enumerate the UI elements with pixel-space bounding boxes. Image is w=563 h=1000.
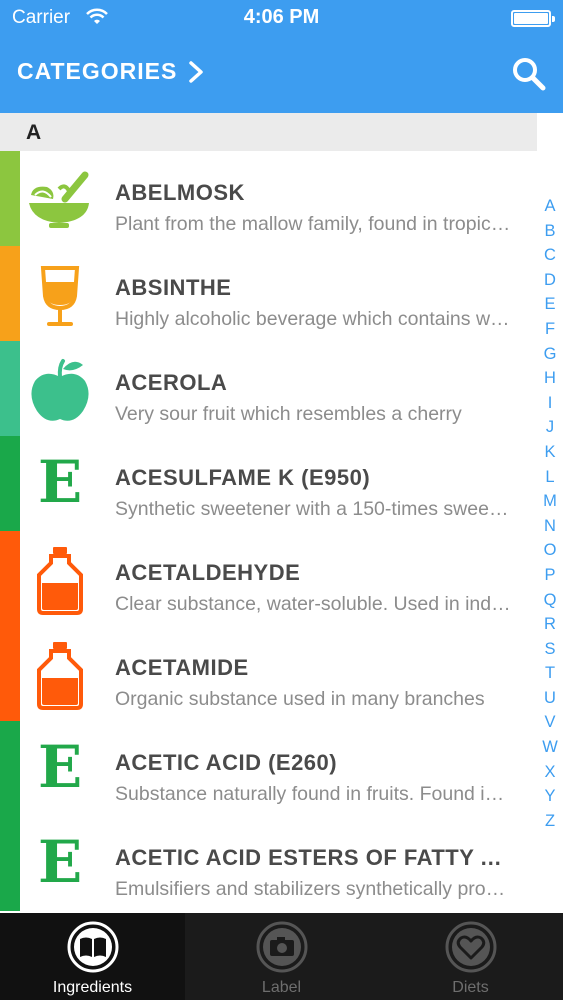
tab-ingredients[interactable]: Ingredients: [0, 913, 185, 1000]
item-subtitle: Plant from the mallow family, found in t…: [115, 213, 513, 235]
index-letter[interactable]: R: [544, 612, 556, 637]
index-letter[interactable]: D: [544, 268, 556, 293]
item-title: ACESULFAME K (E950): [115, 465, 371, 490]
section-header: A: [0, 113, 537, 151]
apple-icon: [31, 359, 89, 421]
battery-icon: [511, 10, 555, 27]
item-title: ACETAMIDE: [115, 655, 249, 680]
index-letter[interactable]: X: [544, 760, 555, 785]
index-letter[interactable]: N: [544, 514, 556, 539]
item-title: ACETALDEHYDE: [115, 560, 301, 585]
tab-label: Ingredients: [52, 979, 133, 996]
status-time: 4:06 PM: [243, 6, 320, 28]
index-letter[interactable]: H: [544, 366, 556, 391]
index-letter[interactable]: P: [544, 563, 555, 588]
index-letter[interactable]: Y: [544, 784, 555, 809]
list-item[interactable]: E ACESULFAME K (E950) Synthetic sweetene…: [0, 436, 537, 531]
book-icon: [67, 921, 118, 973]
list-item[interactable]: ACETAMIDE Organic substance used in many…: [0, 626, 537, 721]
tab-bar: Ingredients Label Diets: [0, 913, 563, 1000]
category-stripe: [0, 436, 20, 531]
mortar-pestle-icon: [29, 171, 89, 228]
item-subtitle: Organic substance used in many branches: [115, 688, 485, 710]
list-item[interactable]: ABSINTHE Highly alcoholic beverage which…: [0, 246, 537, 341]
category-stripe: [0, 151, 20, 246]
list-item[interactable]: ACEROLA Very sour fruit which resembles …: [0, 341, 537, 436]
index-letter[interactable]: F: [545, 317, 555, 342]
category-stripe: [0, 721, 20, 816]
category-stripe: [0, 246, 20, 341]
status-bar: Carrier 4:06 PM: [0, 0, 563, 38]
bottle-icon: [37, 642, 83, 710]
item-subtitle: Clear substance, water-soluble. Used in …: [115, 593, 513, 615]
index-letter[interactable]: A: [544, 194, 555, 219]
section-letter: A: [26, 121, 42, 144]
ingredient-list: ABELMOSK Plant from the mallow family, f…: [0, 151, 537, 911]
e-number-icon: E: [38, 828, 83, 896]
index-letter[interactable]: V: [544, 710, 555, 735]
camera-icon: [256, 921, 307, 973]
tab-label: Label: [261, 979, 302, 996]
list-item[interactable]: ACETALDEHYDE Clear substance, water-solu…: [0, 531, 537, 626]
index-letter[interactable]: Q: [544, 588, 557, 613]
index-letter[interactable]: W: [542, 735, 558, 760]
index-letter[interactable]: G: [544, 342, 557, 367]
chevron-right-icon: [189, 60, 204, 83]
index-letter[interactable]: E: [544, 292, 555, 317]
category-stripe: [0, 531, 20, 626]
item-subtitle: Very sour fruit which resembles a cherry: [115, 403, 462, 425]
nav-title: CATEGORIES: [17, 58, 178, 84]
heart-icon: [445, 921, 496, 973]
index-letter[interactable]: I: [548, 391, 553, 416]
categories-button[interactable]: CATEGORIES: [17, 58, 205, 85]
item-title: ACEROLA: [115, 370, 228, 395]
index-letter[interactable]: T: [545, 661, 555, 686]
index-letter[interactable]: C: [544, 243, 556, 268]
list-item[interactable]: E ACETIC ACID (E260) Substance naturally…: [0, 721, 537, 816]
category-stripe: [0, 816, 20, 911]
item-title: ACETIC ACID (E260): [115, 750, 338, 775]
index-letter[interactable]: Z: [545, 809, 555, 834]
index-letter[interactable]: B: [544, 219, 555, 244]
header: Carrier 4:06 PM CATEGORIES: [0, 0, 563, 113]
tab-label: Diets: [452, 979, 489, 996]
e-number-icon: E: [38, 733, 83, 801]
index-letter[interactable]: L: [545, 465, 554, 490]
item-subtitle: Substance naturally found in fruits. Fou…: [115, 783, 513, 805]
item-subtitle: Highly alcoholic beverage which contains…: [115, 308, 513, 330]
tab-diets[interactable]: Diets: [378, 913, 563, 1000]
category-stripe: [0, 626, 20, 721]
index-letter[interactable]: O: [544, 538, 557, 563]
index-letter[interactable]: S: [544, 637, 555, 662]
e-number-icon: E: [38, 448, 83, 516]
item-title: ABELMOSK: [115, 180, 245, 205]
item-subtitle: Emulsifiers and stabilizers syntheticall…: [115, 878, 513, 900]
index-letter[interactable]: M: [543, 489, 557, 514]
bottle-icon: [37, 547, 83, 615]
tab-label-scan[interactable]: Label: [189, 913, 374, 1000]
glass-icon: [40, 266, 80, 326]
index-letter[interactable]: J: [546, 415, 554, 440]
item-title: ABSINTHE: [115, 275, 232, 300]
alphabet-index[interactable]: ABCDEFGHIJKLMNOPQRSTUVWXYZ: [537, 194, 563, 833]
item-subtitle: Synthetic sweetener with a 150-times swe…: [115, 498, 513, 520]
list-item[interactable]: ABELMOSK Plant from the mallow family, f…: [0, 151, 537, 246]
category-stripe: [0, 341, 20, 436]
search-icon[interactable]: [511, 56, 547, 92]
index-letter[interactable]: U: [544, 686, 556, 711]
index-letter[interactable]: K: [544, 440, 555, 465]
list-item[interactable]: E ACETIC ACID ESTERS OF FATTY ACIDS Emul…: [0, 816, 537, 911]
item-title: ACETIC ACID ESTERS OF FATTY ACIDS: [115, 845, 515, 870]
